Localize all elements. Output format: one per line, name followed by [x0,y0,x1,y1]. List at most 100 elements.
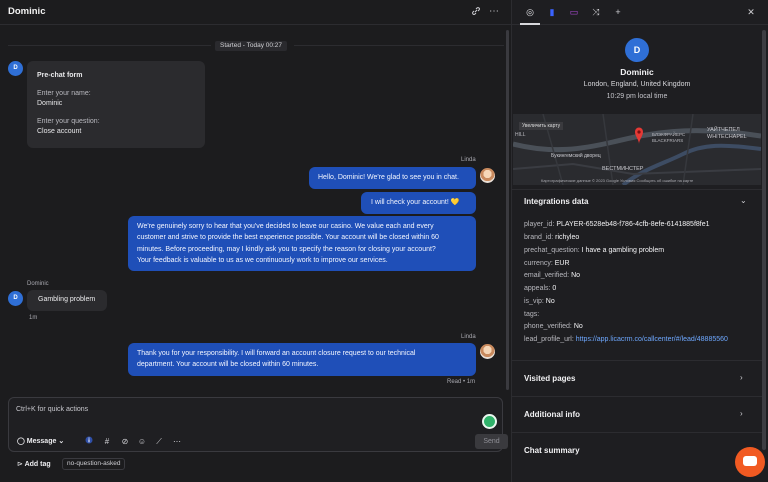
emoji-icon[interactable]: ☺ [137,436,147,448]
message-mode-label: Message [26,438,57,445]
prechat-title: Pre-chat form [37,72,83,79]
read-status: Read • 1m [447,379,476,385]
bookmark-icon[interactable]: ▮ [546,6,558,18]
chat-widget-button[interactable] [735,447,765,477]
message-line: department. Your account will be closed … [137,361,319,369]
message-line: We're genuinely sorry to hear that you'v… [137,223,434,230]
details-scrollbar[interactable] [762,30,766,450]
info-icon[interactable] [84,436,94,448]
enlarge-map-link[interactable]: Увеличить карту [519,122,564,130]
agent-name: Linda [461,334,476,340]
field-key: email_verified: [524,272,570,279]
field-key: tags: [524,311,540,318]
prechat-answer: Dominic [37,100,63,107]
divider [512,432,762,433]
hashtag-icon[interactable]: # [102,436,112,448]
field-value: No [571,272,581,279]
contact-location: London, England, United Kingdom [583,81,691,88]
integration-field: appeals: 0 [524,285,556,292]
send-button[interactable]: Send [475,434,508,449]
chat-scrollbar[interactable] [506,30,509,390]
contact-name: Dominic [620,67,654,77]
section-chat-summary[interactable]: Chat summary [524,446,580,455]
tag-icon: ⊳ [17,461,23,468]
agent-message: We're genuinely sorry to hear that you'v… [128,216,476,271]
add-tag-button[interactable]: ⊳ Add tag [17,460,51,468]
customer-avatar: D [8,61,23,76]
attachment-icon[interactable]: ⊘ [120,436,130,448]
field-value: richyleo [555,234,580,241]
chevron-down-icon: ⌄ [58,438,65,445]
field-value: EUR [554,260,570,267]
message-line: customer and strive to provide the best … [137,234,439,242]
field-key: is_vip: [524,298,544,305]
integrations-title[interactable]: Integrations data [524,197,588,206]
prechat-question-label: Enter your name: [37,90,91,97]
integration-field: email_verified: No [524,272,580,279]
inbox-icon[interactable]: ▭ [568,6,580,18]
field-key: player_id: [524,221,555,228]
field-value: PLAYER-6528eb48-f786-4cfb-8efe-6141885f8… [556,221,710,228]
map-label: ВЕСТМИНСТЕР [602,166,644,172]
lead-profile-link[interactable]: https://app.licacrm.co/callcenter/#/lead… [576,336,728,343]
field-key: prechat_question: [524,247,580,254]
map-label: Букингемский дворец [551,153,601,159]
add-icon[interactable]: + [612,6,624,18]
customer-name: Dominic [27,281,49,287]
agent-avatar [480,168,495,183]
more-horizontal-icon[interactable]: ⋯ [488,6,500,18]
chevron-down-icon[interactable]: ⌄ [740,196,747,205]
agent-name: Linda [461,157,476,163]
agent-avatar [480,344,495,359]
section-visited-pages[interactable]: Visited pages [524,374,575,383]
prechat-form-card: Pre-chat form Enter your name: Dominic E… [27,61,205,148]
divider [294,45,504,46]
tag-chip[interactable]: no-question-asked [62,458,126,470]
integration-field: is_vip: No [524,298,555,305]
map-label: HILL [515,132,526,138]
more-horizontal-icon[interactable]: ⋯ [172,436,182,448]
field-value: I have a gambling problem [581,247,665,254]
chat-bubble-icon: ◯ [17,438,25,445]
divider [512,360,762,361]
message-time: 1m [29,315,38,321]
contact-info-icon[interactable]: ◎ [524,6,536,18]
shuffle-icon[interactable]: ⤨ [590,6,602,18]
integration-field: prechat_question: I have a gambling prob… [524,247,664,254]
section-additional-info[interactable]: Additional info [524,410,580,419]
field-key: currency: [524,260,553,267]
active-tab-indicator [520,23,540,25]
divider [512,189,762,190]
customer-message: Gambling problem [27,290,107,311]
contact-avatar: D [625,38,649,62]
whatsapp-icon[interactable] [482,414,497,429]
magic-wand-icon[interactable]: ⟋ [154,436,164,448]
field-key: phone_verified: [524,323,572,330]
field-value: No [573,323,583,330]
field-key: appeals: [524,285,551,292]
integration-field: tags: [524,311,539,318]
field-key: brand_id: [524,234,554,241]
field-value: 0 [552,285,557,292]
map-label: BLACKFRIARS [652,138,684,143]
location-map[interactable]: Увеличить карту УАЙТЧЕПЕЛ WHITECHAPEL БЛ… [513,114,761,185]
chat-title: Dominic [8,6,46,17]
message-composer[interactable]: Ctrl+K for quick actions ◯ Message ⌄ # ⊘… [8,397,508,452]
chevron-right-icon[interactable]: › [740,373,743,382]
chat-pane: Dominic ⋯ Started - Today 00:27 D Pre-ch… [0,0,511,482]
contact-local-time: 10:29 pm local time [606,93,668,100]
details-panel: ◎ ▮ ▭ ⤨ + ✕ D Dominic London, England, U… [511,0,768,482]
chat-started-label: Started - Today 00:27 [215,41,288,51]
message-mode-dropdown[interactable]: ◯ Message ⌄ [17,436,69,448]
composer-input[interactable]: Ctrl+K for quick actions [16,406,88,413]
integration-field: phone_verified: No [524,323,583,330]
message-line: Your feedback is valuable to us as we co… [137,256,388,264]
link-icon[interactable] [470,6,482,18]
integration-field: currency: EUR [524,260,570,267]
close-icon[interactable]: ✕ [745,6,757,18]
map-label: WHITECHAPEL [707,134,747,140]
add-tag-label: Add tag [24,461,51,468]
map-footer: Картографические данные © 2023 Google Ус… [541,178,694,183]
details-tabs: ◎ ▮ ▭ ⤨ + ✕ [512,0,768,25]
chevron-right-icon[interactable]: › [740,409,743,418]
